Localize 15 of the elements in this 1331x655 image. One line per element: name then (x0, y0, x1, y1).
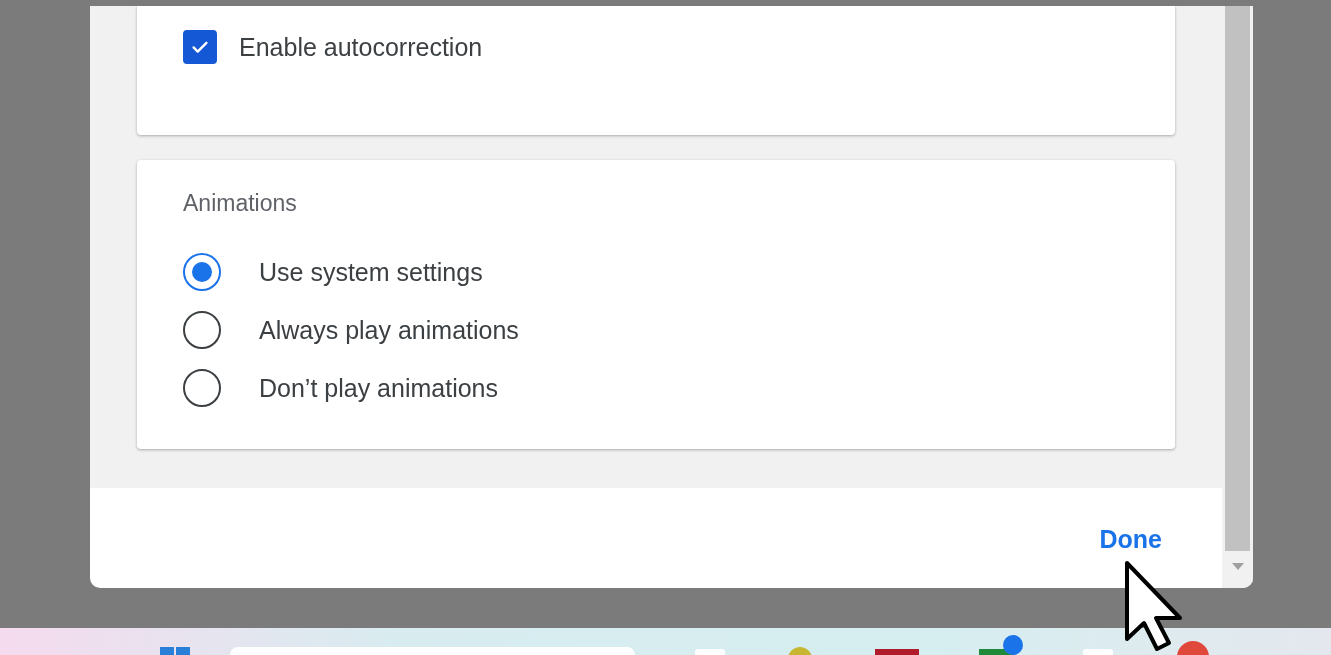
scroll-down-icon[interactable] (1231, 563, 1244, 571)
app-icon[interactable] (979, 635, 1023, 655)
radio-label: Don’t play animations (259, 373, 498, 403)
done-button[interactable]: Done (1097, 520, 1164, 558)
scrollbar[interactable] (1222, 6, 1253, 588)
radio-button[interactable] (183, 253, 221, 291)
checkbox-label: Enable autocorrection (239, 32, 483, 62)
radio-button[interactable] (183, 311, 221, 349)
radio-label: Use system settings (259, 257, 483, 287)
section-title: Animations (183, 190, 298, 217)
checkbox[interactable] (183, 30, 217, 64)
radio-label: Always play animations (259, 315, 519, 345)
scrollbar-thumb[interactable] (1225, 6, 1250, 551)
windows-icon[interactable] (160, 645, 190, 655)
radio-button[interactable] (183, 369, 221, 407)
